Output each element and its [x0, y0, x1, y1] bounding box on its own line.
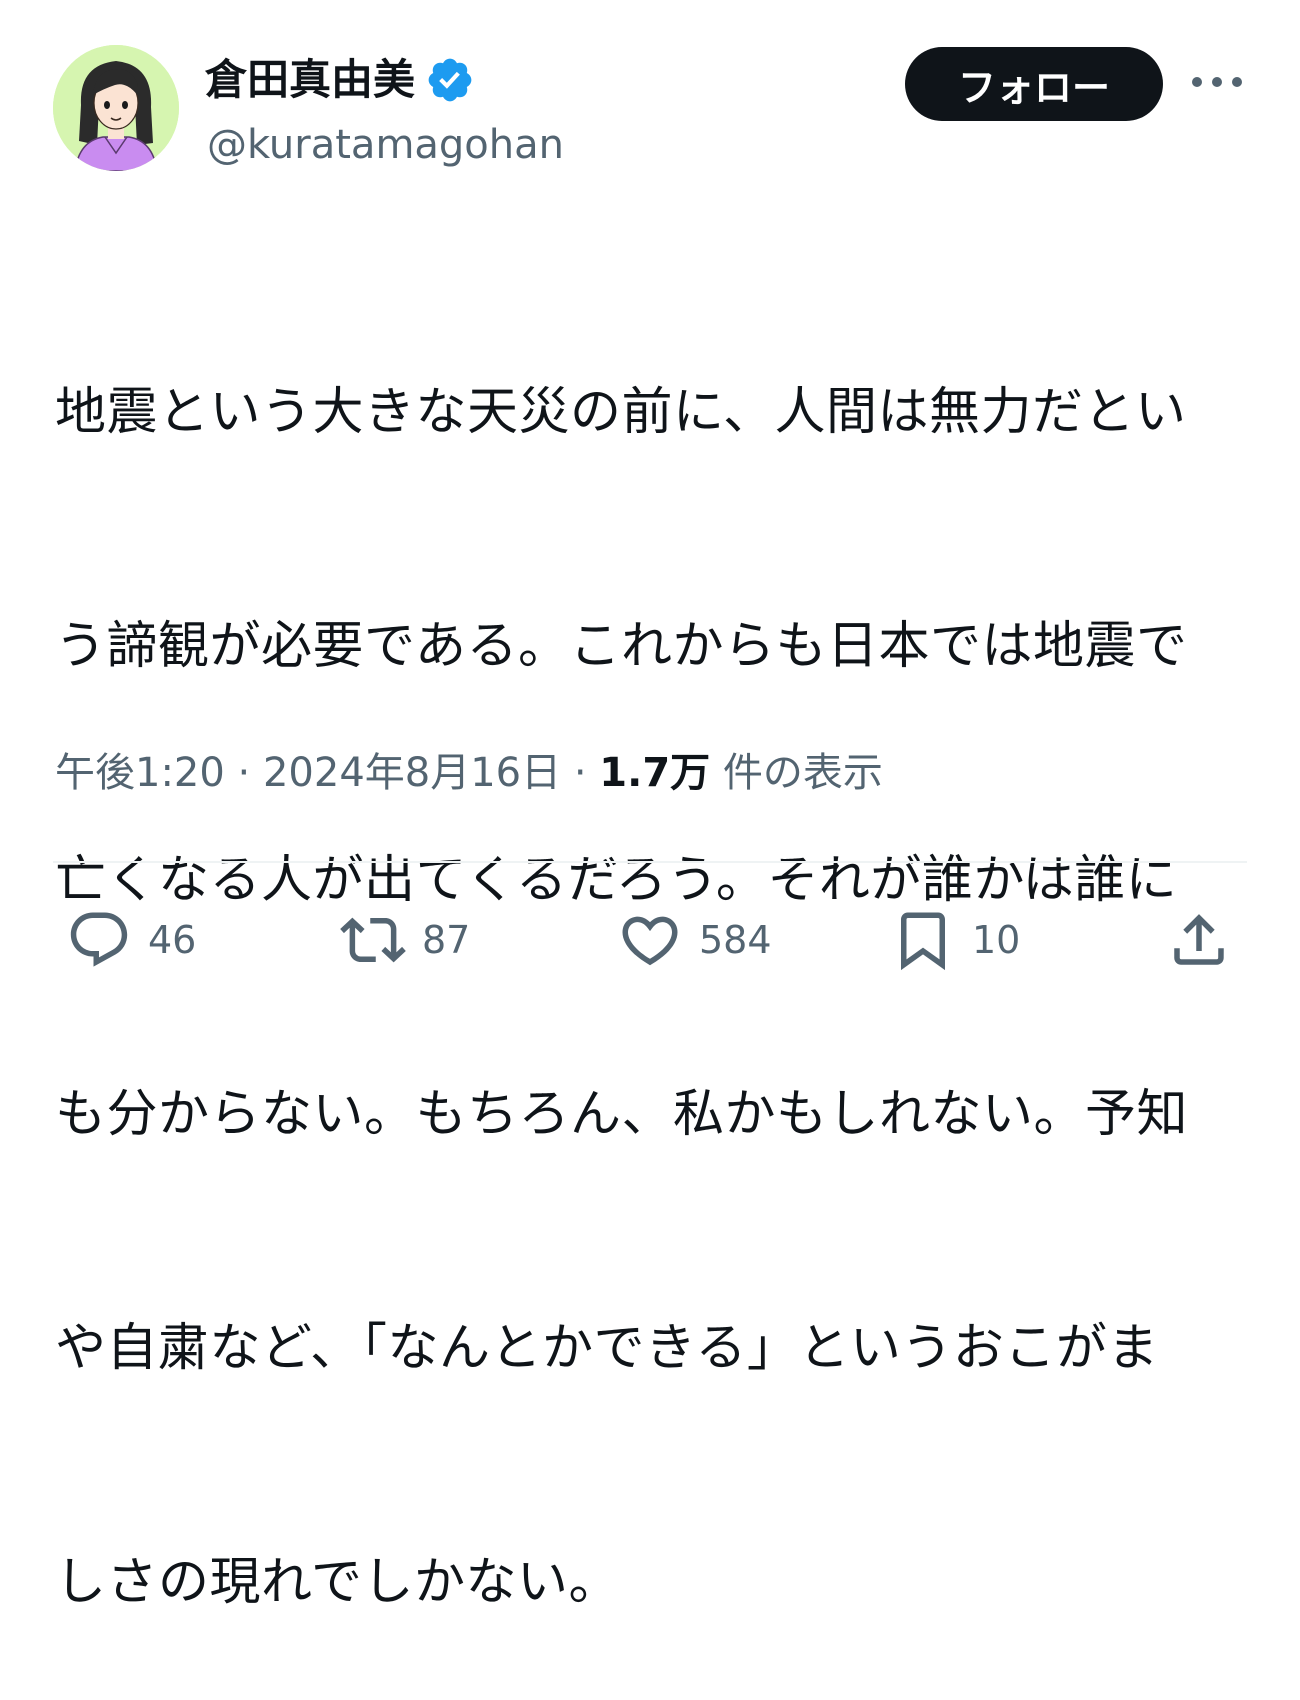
repost-button[interactable]: 87 [340, 905, 470, 975]
tweet-meta: 午後1:20 · 2024年8月16日 · 1.7万 件の表示 [55, 745, 883, 801]
display-name[interactable]: 倉田真由美 [205, 50, 415, 110]
tweet-time[interactable]: 午後1:20 [55, 750, 225, 796]
reply-icon [70, 912, 128, 967]
tweet-text-line: しさの現れでしかない。 [55, 1553, 620, 1612]
tweet-text-line: や自粛など、「なんとかできる」というおこがま [55, 1319, 1159, 1378]
display-name-row[interactable]: 倉田真由美 [205, 50, 475, 110]
like-count: 584 [699, 918, 772, 962]
tweet-date[interactable]: 2024年8月16日 [263, 750, 561, 796]
more-dot [1232, 77, 1242, 87]
follow-button[interactable]: フォロー [905, 47, 1163, 121]
bookmark-count: 10 [972, 918, 1021, 962]
like-button[interactable]: 584 [617, 905, 772, 975]
views-count: 1.7万 [599, 750, 711, 796]
repost-icon [340, 917, 406, 963]
more-dot [1192, 77, 1202, 87]
meta-separator: · [561, 750, 600, 796]
user-handle[interactable]: @kuratamagohan [207, 118, 564, 172]
reply-button[interactable]: 46 [66, 905, 196, 975]
avatar-illustration [53, 45, 179, 171]
repost-count: 87 [422, 918, 471, 962]
reply-count: 46 [148, 918, 197, 962]
avatar[interactable] [53, 45, 179, 171]
more-horizontal-icon[interactable] [1192, 64, 1242, 100]
tweet-text-line: 地震という大きな天災の前に、人間は無力だとい [55, 383, 1187, 442]
divider [53, 861, 1247, 863]
heart-icon [622, 916, 678, 966]
share-icon [1174, 914, 1224, 965]
tweet-text-line: も分からない。もちろん、私かもしれない。予知 [55, 1085, 1189, 1144]
bookmark-icon [901, 912, 945, 971]
tweet-text-line: う諦観が必要である。これからも日本では地震で [55, 617, 1188, 676]
views-label: 件の表示 [710, 750, 883, 796]
bookmark-button[interactable]: 10 [890, 905, 1020, 975]
meta-separator: · [224, 750, 263, 796]
share-button[interactable] [1166, 905, 1232, 975]
more-dot [1212, 77, 1222, 87]
verified-badge-icon[interactable] [425, 55, 475, 105]
